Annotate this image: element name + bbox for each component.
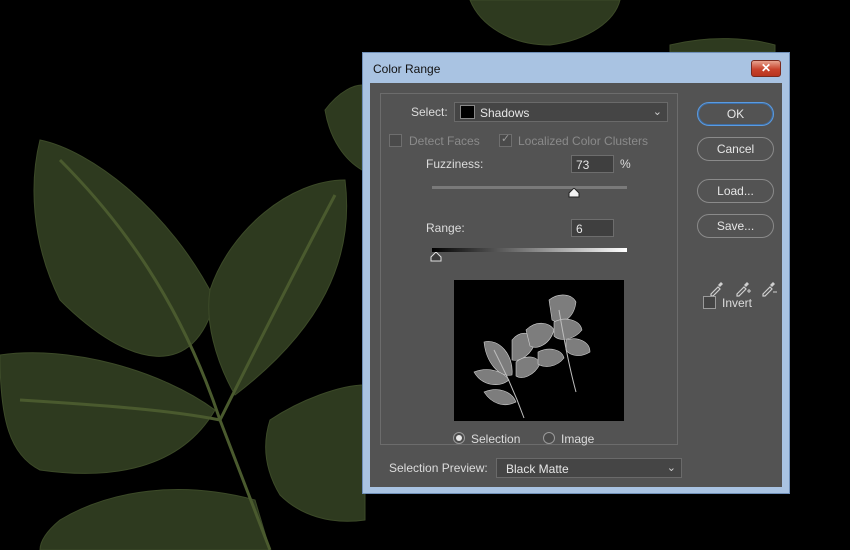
range-gradient-track[interactable] bbox=[432, 248, 627, 252]
range-input[interactable]: 6 bbox=[571, 219, 614, 237]
fuzziness-input[interactable]: 73 bbox=[571, 155, 614, 173]
select-value: Shadows bbox=[480, 106, 530, 120]
color-swatch bbox=[460, 105, 475, 119]
selection-radio[interactable] bbox=[453, 432, 465, 444]
options-group: Select: Shadows ⌄ Detect Faces Localized… bbox=[380, 93, 678, 446]
selection-preview-dropdown[interactable]: Black Matte ⌄ bbox=[496, 458, 682, 478]
detect-faces-label: Detect Faces bbox=[409, 134, 480, 148]
selection-radio-label: Selection bbox=[471, 432, 521, 446]
fuzziness-unit: % bbox=[620, 157, 631, 171]
detect-faces-checkbox[interactable] bbox=[389, 134, 402, 147]
eyedropper-icon[interactable] bbox=[708, 279, 726, 297]
leaf-preview-icon bbox=[473, 294, 591, 419]
selection-preview-image bbox=[454, 280, 624, 421]
save-button[interactable]: Save... bbox=[697, 214, 774, 238]
fuzziness-label: Fuzziness: bbox=[426, 157, 484, 171]
selection-preview-value: Black Matte bbox=[506, 462, 569, 476]
slider-thumb-icon bbox=[430, 252, 442, 262]
dialog-title: Color Range bbox=[373, 62, 441, 76]
chevron-down-icon: ⌄ bbox=[666, 462, 676, 474]
dialog-body: Select: Shadows ⌄ Detect Faces Localized… bbox=[370, 83, 782, 487]
load-button[interactable]: Load... bbox=[697, 179, 774, 203]
dialog-titlebar[interactable]: Color Range ✕ bbox=[363, 53, 789, 83]
image-radio[interactable] bbox=[543, 432, 555, 444]
select-label: Select: bbox=[411, 105, 448, 119]
eyedropper-plus-icon[interactable] bbox=[734, 279, 752, 297]
selection-preview-label: Selection Preview: bbox=[389, 461, 488, 475]
invert-checkbox[interactable] bbox=[703, 296, 716, 309]
ok-button[interactable]: OK bbox=[697, 102, 774, 126]
cancel-button[interactable]: Cancel bbox=[697, 137, 774, 161]
slider-thumb-icon bbox=[568, 188, 580, 198]
image-radio-label: Image bbox=[561, 432, 595, 446]
localized-clusters-checkbox[interactable] bbox=[499, 132, 512, 147]
fuzziness-slider-track[interactable] bbox=[432, 186, 627, 189]
invert-label: Invert bbox=[722, 296, 753, 310]
range-label: Range: bbox=[426, 221, 465, 235]
localized-clusters-label: Localized Color Clusters bbox=[518, 134, 649, 148]
chevron-down-icon: ⌄ bbox=[652, 106, 662, 118]
close-button[interactable]: ✕ bbox=[751, 60, 781, 77]
select-dropdown[interactable]: Shadows ⌄ bbox=[454, 102, 668, 122]
color-range-dialog: Color Range ✕ Select: Shadows ⌄ Detect F… bbox=[362, 52, 790, 494]
eyedropper-minus-icon[interactable] bbox=[760, 279, 778, 297]
